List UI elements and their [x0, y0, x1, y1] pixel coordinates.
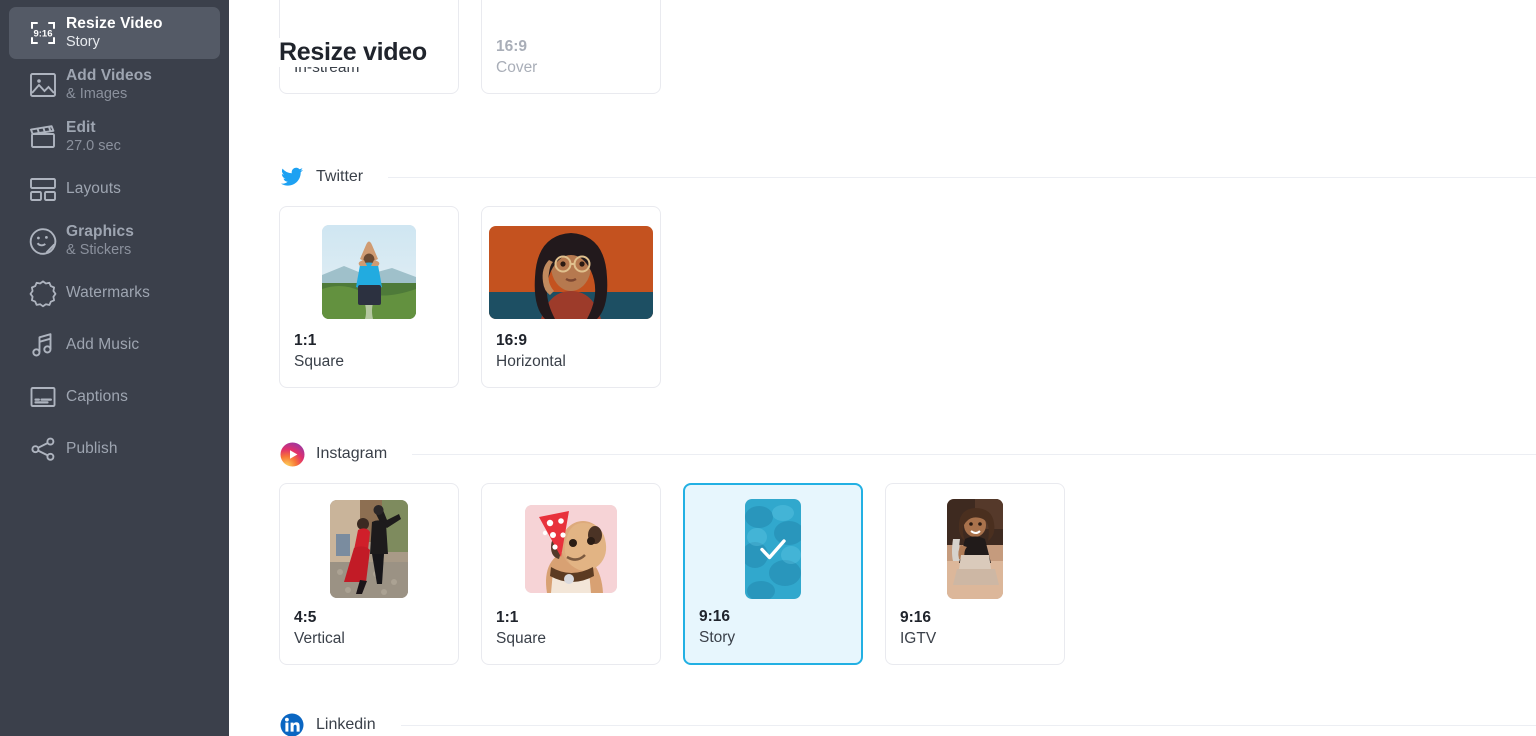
section-linkedin: Linkedin [279, 712, 1536, 736]
resize-option-card-selected[interactable]: 9:16 Story [683, 483, 863, 665]
card-label: Story [699, 629, 736, 647]
sidebar-item-layouts[interactable]: Layouts [9, 163, 220, 215]
sidebar-item-label: Publish [66, 439, 118, 457]
layouts-icon [20, 174, 66, 204]
card-ratio: 16:9 [496, 331, 528, 349]
thumb-placeholder [280, 0, 458, 36]
resize-option-card[interactable]: 9:16 IGTV [885, 483, 1065, 665]
badge-seal-icon [20, 278, 66, 308]
card-label: Vertical [294, 630, 345, 648]
sidebar-item-sublabel: & Images [66, 85, 128, 102]
sidebar-item-label: Resize Video [66, 15, 163, 33]
clapperboard-icon [20, 122, 66, 152]
resize-option-card[interactable]: 1:1 Square [279, 206, 459, 388]
sidebar-item-publish[interactable]: Publish [9, 423, 220, 475]
curly-hair-portrait [489, 225, 653, 319]
card-ratio: 9:16 [900, 608, 932, 626]
sidebar-item-add-videos-images[interactable]: Add Videos & Images [9, 59, 220, 111]
section-header: Linkedin [279, 712, 1536, 736]
resize-option-card[interactable]: 16:9 Cover [481, 0, 661, 94]
sidebar-item-sublabel: Story [66, 33, 100, 50]
sidebar-item-watermarks[interactable]: Watermarks [9, 267, 220, 319]
section-divider [412, 453, 1536, 455]
section-instagram: Instagram 4:5 Vertical 1:1 Square 9:16 S… [279, 441, 1536, 665]
section-name: Twitter [316, 168, 364, 185]
sidebar-item-captions[interactable]: Captions [9, 371, 220, 423]
section-divider [388, 176, 1536, 178]
tango-dancers-photo [330, 500, 408, 599]
image-icon [20, 70, 66, 100]
sidebar-ratio-badge: 9:16 [33, 29, 52, 40]
resize-option-card[interactable]: 16:9 Horizontal [481, 206, 661, 388]
thumb-placeholder [482, 0, 660, 36]
section-name: Instagram [316, 445, 388, 462]
captions-icon [20, 382, 66, 412]
card-ratio: 16:9 [496, 37, 528, 55]
party-hat-pug-photo [525, 505, 617, 594]
crop-ratio-icon: 9:16 [20, 17, 66, 49]
sidebar-item-graphics-stickers[interactable]: Graphics & Stickers [9, 215, 220, 267]
sidebar-item-label: Graphics [66, 223, 134, 241]
sidebar-item-sublabel: 27.0 sec [66, 137, 121, 154]
sidebar-item-resize-video[interactable]: 9:16 Resize Video Story [9, 7, 220, 59]
sidebar-item-edit[interactable]: Edit 27.0 sec [9, 111, 220, 163]
sidebar-item-label: Edit [66, 119, 96, 137]
selected-check-tile [745, 499, 801, 600]
twitter-bird-icon [279, 164, 305, 190]
card-label: Cover [496, 59, 538, 77]
card-ratio: 1:1 [496, 608, 519, 626]
card-label: Horizontal [496, 353, 566, 371]
card-ratio: 1:1 [294, 331, 317, 349]
section-name: Linkedin [316, 716, 376, 733]
app-root: 9:16 Resize Video Story Add Videos & Ima… [0, 0, 1536, 736]
sticker-smiley-icon [20, 226, 66, 256]
card-label: Square [496, 630, 546, 648]
card-ratio: 9:16 [699, 607, 731, 625]
resize-option-card[interactable]: 4:5 Vertical [279, 483, 459, 665]
card-row: 1:1 Square 16:9 Horizontal [279, 206, 1536, 388]
sidebar-item-add-music[interactable]: Add Music [9, 319, 220, 371]
sidebar-item-label: Captions [66, 387, 128, 405]
card-label: IGTV [900, 630, 937, 648]
card-label: Square [294, 353, 344, 371]
sidebar: 9:16 Resize Video Story Add Videos & Ima… [0, 0, 229, 736]
card-ratio: 4:5 [294, 608, 317, 626]
resize-options-scroll-area[interactable]: 16:9 In-stream 16:9 Cover [229, 0, 1536, 736]
resize-option-card[interactable]: 1:1 Square [481, 483, 661, 665]
share-icon [20, 434, 66, 464]
sidebar-item-label: Watermarks [66, 283, 150, 301]
yoga-woman-photo [322, 225, 416, 320]
section-header: Instagram [279, 441, 1536, 467]
section-twitter: Twitter 1:1 Square 16:9 Horizontal [279, 164, 1536, 388]
sidebar-item-label: Layouts [66, 179, 121, 197]
sidebar-item-label: Add Music [66, 335, 140, 353]
linkedin-icon [279, 712, 305, 736]
page-title: Resize video [279, 38, 435, 67]
check-icon [745, 499, 801, 599]
music-note-icon [20, 330, 66, 360]
section-divider [400, 724, 1536, 726]
sidebar-item-label: Add Videos [66, 67, 152, 85]
main-content: Resize video 16:9 In-stream 16:9 Cover [229, 0, 1536, 736]
section-header: Twitter [279, 164, 1536, 190]
sidebar-item-sublabel: & Stickers [66, 241, 132, 258]
woman-laptop-photo [947, 499, 1003, 600]
instagram-icon [279, 441, 305, 467]
card-row: 4:5 Vertical 1:1 Square 9:16 Story 9:16 … [279, 483, 1536, 665]
